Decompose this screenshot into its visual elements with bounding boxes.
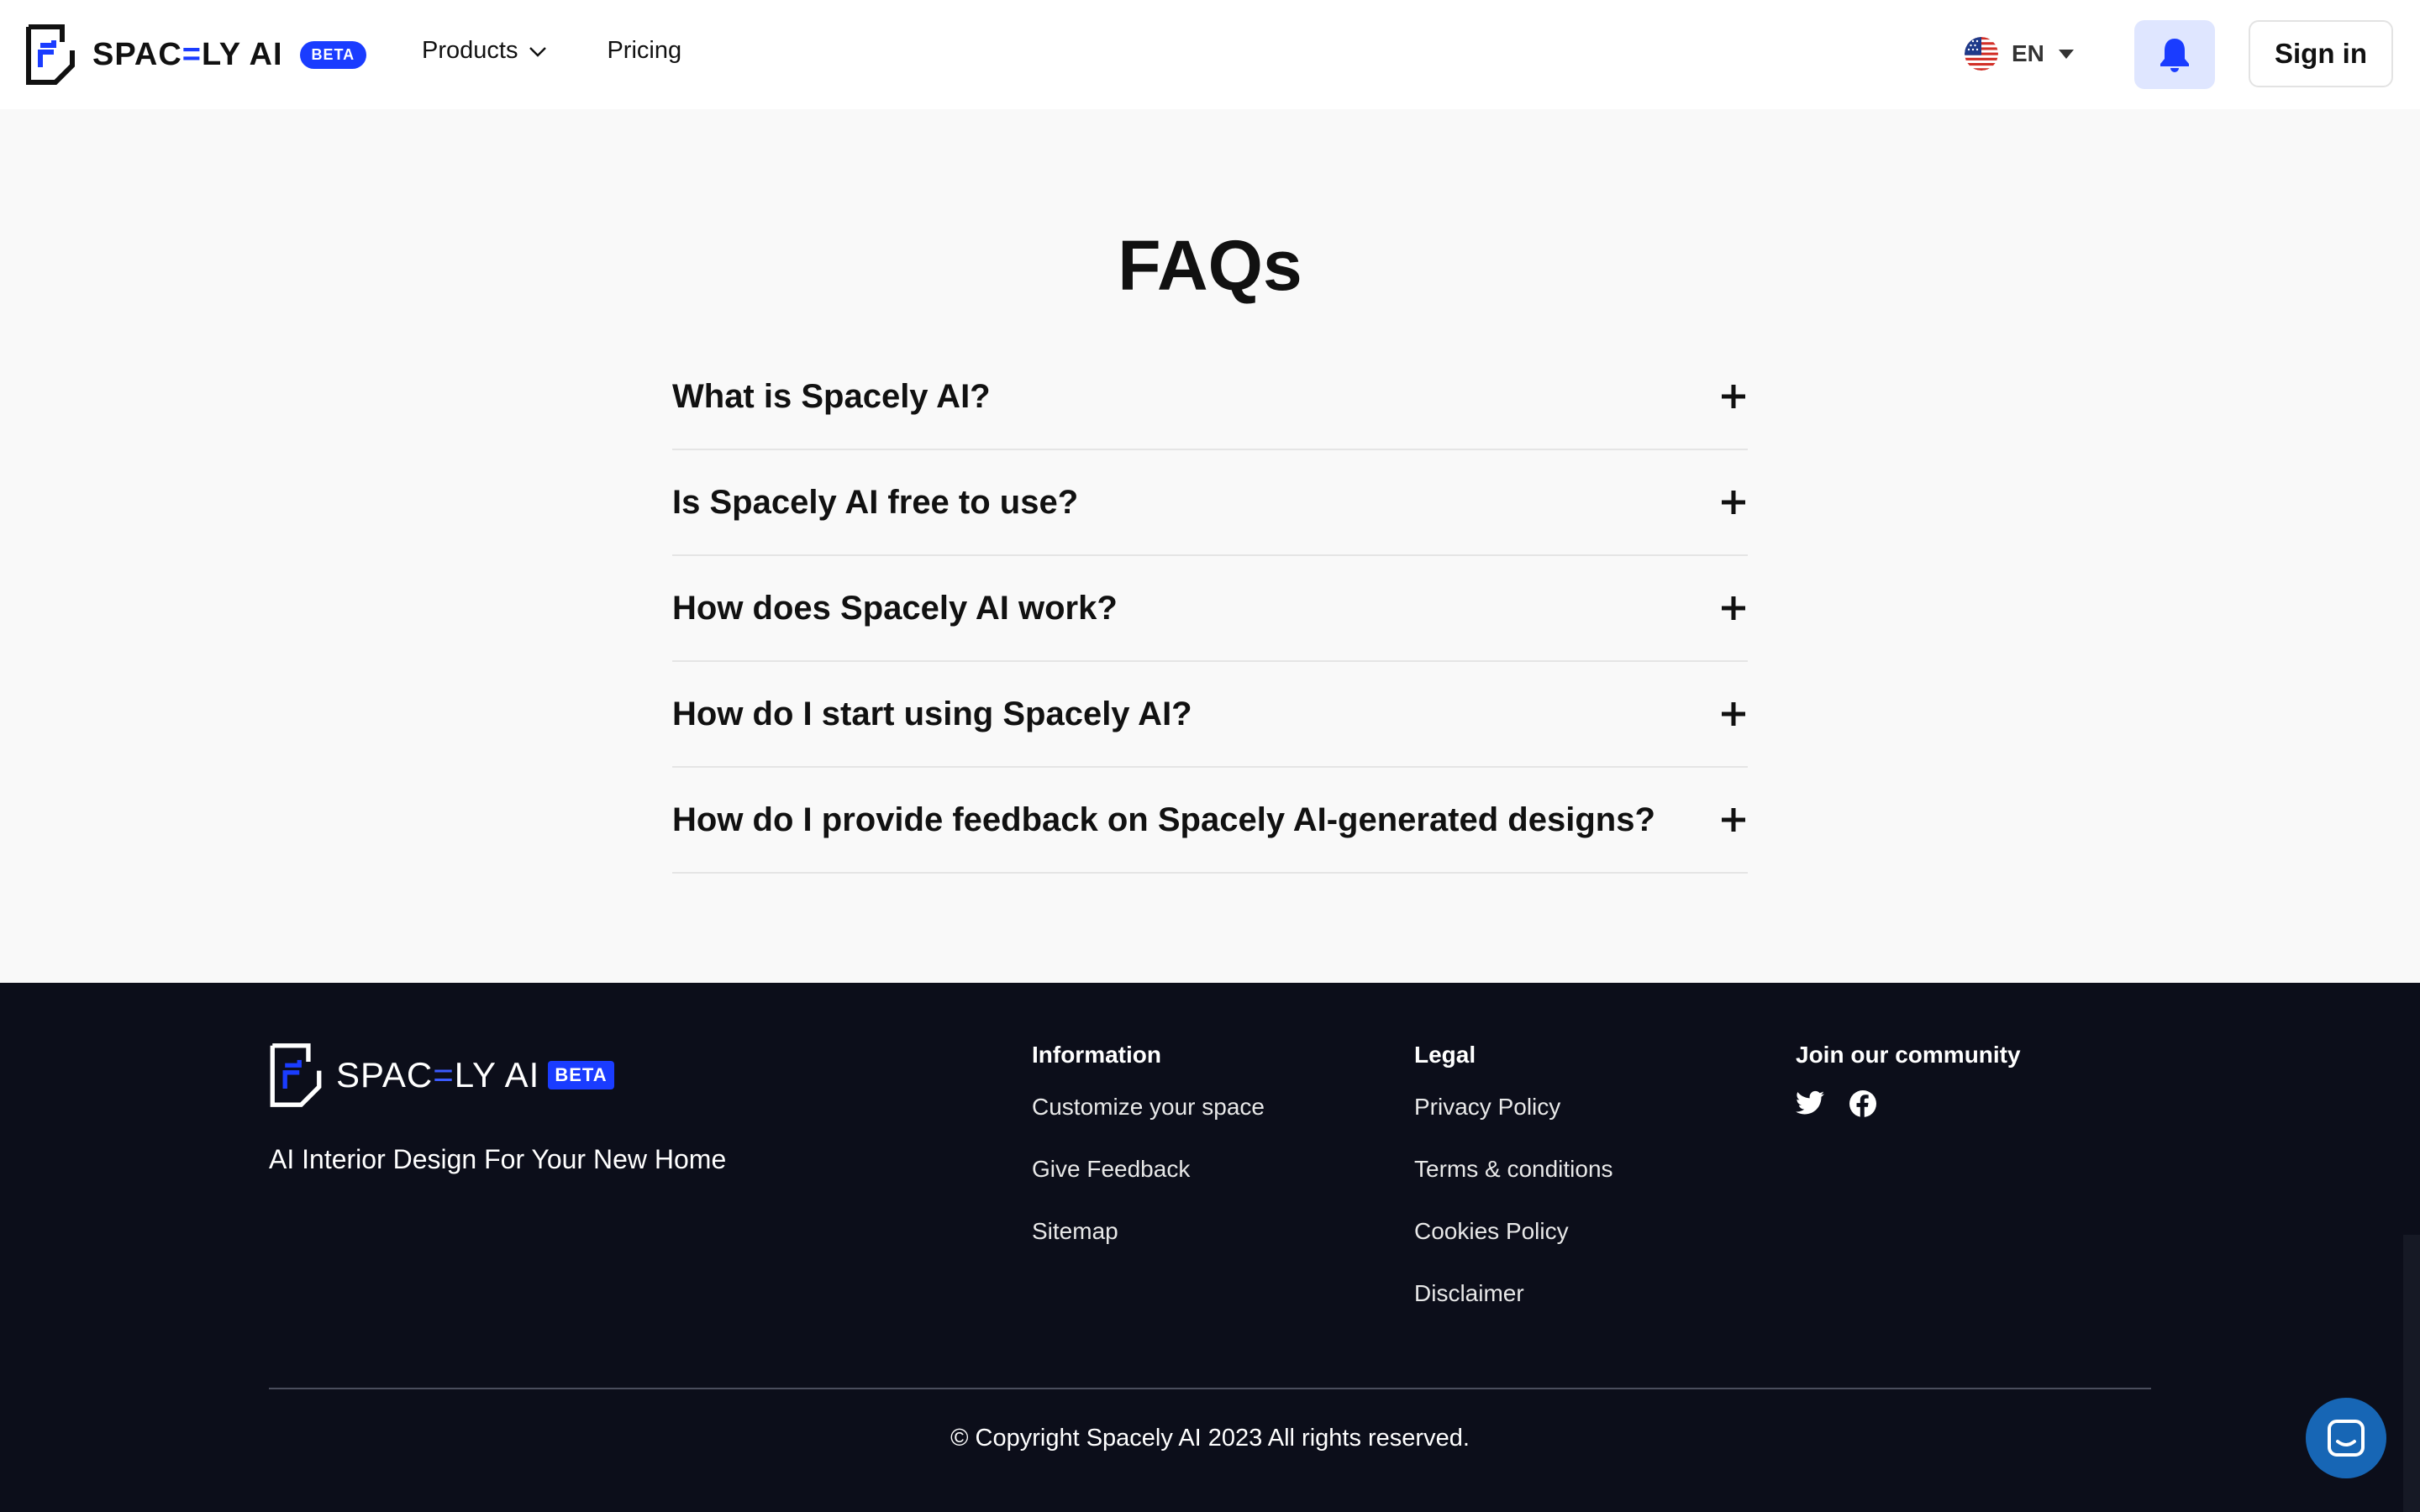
twitter-icon[interactable] <box>1796 1090 1826 1121</box>
plus-icon <box>1722 491 1745 514</box>
plus-icon <box>1722 596 1745 620</box>
site-header: SPAC=LY AI BETA Products Pricing EN Sign… <box>0 0 2420 109</box>
footer-link-privacy[interactable]: Privacy Policy <box>1414 1090 1613 1152</box>
plus-icon <box>1722 385 1745 408</box>
footer-link-cookies[interactable]: Cookies Policy <box>1414 1215 1613 1277</box>
faq-question: How do I start using Spacely AI? <box>672 695 1192 732</box>
faq-item[interactable]: How do I provide feedback on Spacely AI-… <box>672 768 1748 874</box>
faq-list: What is Spacely AI? Is Spacely AI free t… <box>672 344 1748 874</box>
site-footer: SPAC=LY AI BETA AI Interior Design For Y… <box>0 983 2420 1512</box>
nav-pricing-label: Pricing <box>607 37 682 64</box>
language-code: EN <box>2012 40 2044 66</box>
faq-question: How does Spacely AI work? <box>672 589 1118 627</box>
footer-legal-column: Legal Privacy Policy Terms & conditions … <box>1414 1042 1613 1339</box>
plus-icon <box>1722 808 1745 832</box>
nav-products[interactable]: Products <box>422 37 548 65</box>
footer-link-terms[interactable]: Terms & conditions <box>1414 1152 1613 1215</box>
faq-title: FAQs <box>1118 226 1302 305</box>
chevron-down-icon <box>529 46 547 57</box>
faq-question: Is Spacely AI free to use? <box>672 483 1079 521</box>
faq-question: What is Spacely AI? <box>672 377 991 415</box>
chat-icon <box>2328 1420 2365 1457</box>
plus-icon <box>1722 702 1745 726</box>
sign-in-button[interactable]: Sign in <box>2249 20 2393 87</box>
faq-item[interactable]: Is Spacely AI free to use? <box>672 450 1748 556</box>
chat-launcher-button[interactable] <box>2306 1398 2386 1478</box>
footer-column-title: Legal <box>1414 1042 1476 1068</box>
footer-beta-badge: BETA <box>548 1061 614 1089</box>
us-flag-icon <box>1965 37 1998 71</box>
facebook-icon[interactable] <box>1849 1090 1880 1121</box>
footer-tagline: AI Interior Design For Your New Home <box>269 1144 727 1174</box>
language-selector[interactable]: EN <box>1965 37 2075 71</box>
footer-column-title: Join our community <box>1796 1042 2021 1068</box>
logo-mark-icon <box>270 1043 322 1107</box>
footer-information-column: Information Customize your space Give Fe… <box>1032 1042 1265 1277</box>
faq-item[interactable]: What is Spacely AI? <box>672 344 1748 450</box>
logo-text: SPAC=LY AI <box>92 36 283 72</box>
faq-item[interactable]: How do I start using Spacely AI? <box>672 662 1748 768</box>
notifications-button[interactable] <box>2134 20 2215 89</box>
nav-pricing[interactable]: Pricing <box>607 37 681 65</box>
footer-link-disclaimer[interactable]: Disclaimer <box>1414 1277 1613 1339</box>
social-links <box>1796 1090 2021 1121</box>
faq-question: How do I provide feedback on Spacely AI-… <box>672 801 1655 838</box>
logo[interactable]: SPAC=LY AI BETA <box>25 24 367 86</box>
footer-column-title: Information <box>1032 1042 1161 1068</box>
footer-logo-text: SPAC=LY AI <box>336 1055 540 1095</box>
footer-logo[interactable]: SPAC=LY AI BETA <box>269 1042 614 1109</box>
footer-community-column: Join our community <box>1796 1042 2021 1121</box>
copyright-text: © Copyright Spacely AI 2023 All rights r… <box>950 1425 1470 1452</box>
main-nav: Products Pricing <box>422 37 681 65</box>
faq-item[interactable]: How does Spacely AI work? <box>672 556 1748 662</box>
footer-link-customize[interactable]: Customize your space <box>1032 1090 1265 1152</box>
caret-down-icon <box>2058 50 2074 59</box>
footer-link-sitemap[interactable]: Sitemap <box>1032 1215 1265 1277</box>
bell-icon <box>2160 39 2189 72</box>
beta-badge: BETA <box>299 40 367 69</box>
footer-link-feedback[interactable]: Give Feedback <box>1032 1152 1265 1215</box>
scrollbar-track[interactable] <box>2403 1235 2420 1512</box>
nav-products-label: Products <box>422 37 518 64</box>
logo-mark-icon <box>26 24 75 85</box>
footer-divider <box>269 1388 2151 1389</box>
